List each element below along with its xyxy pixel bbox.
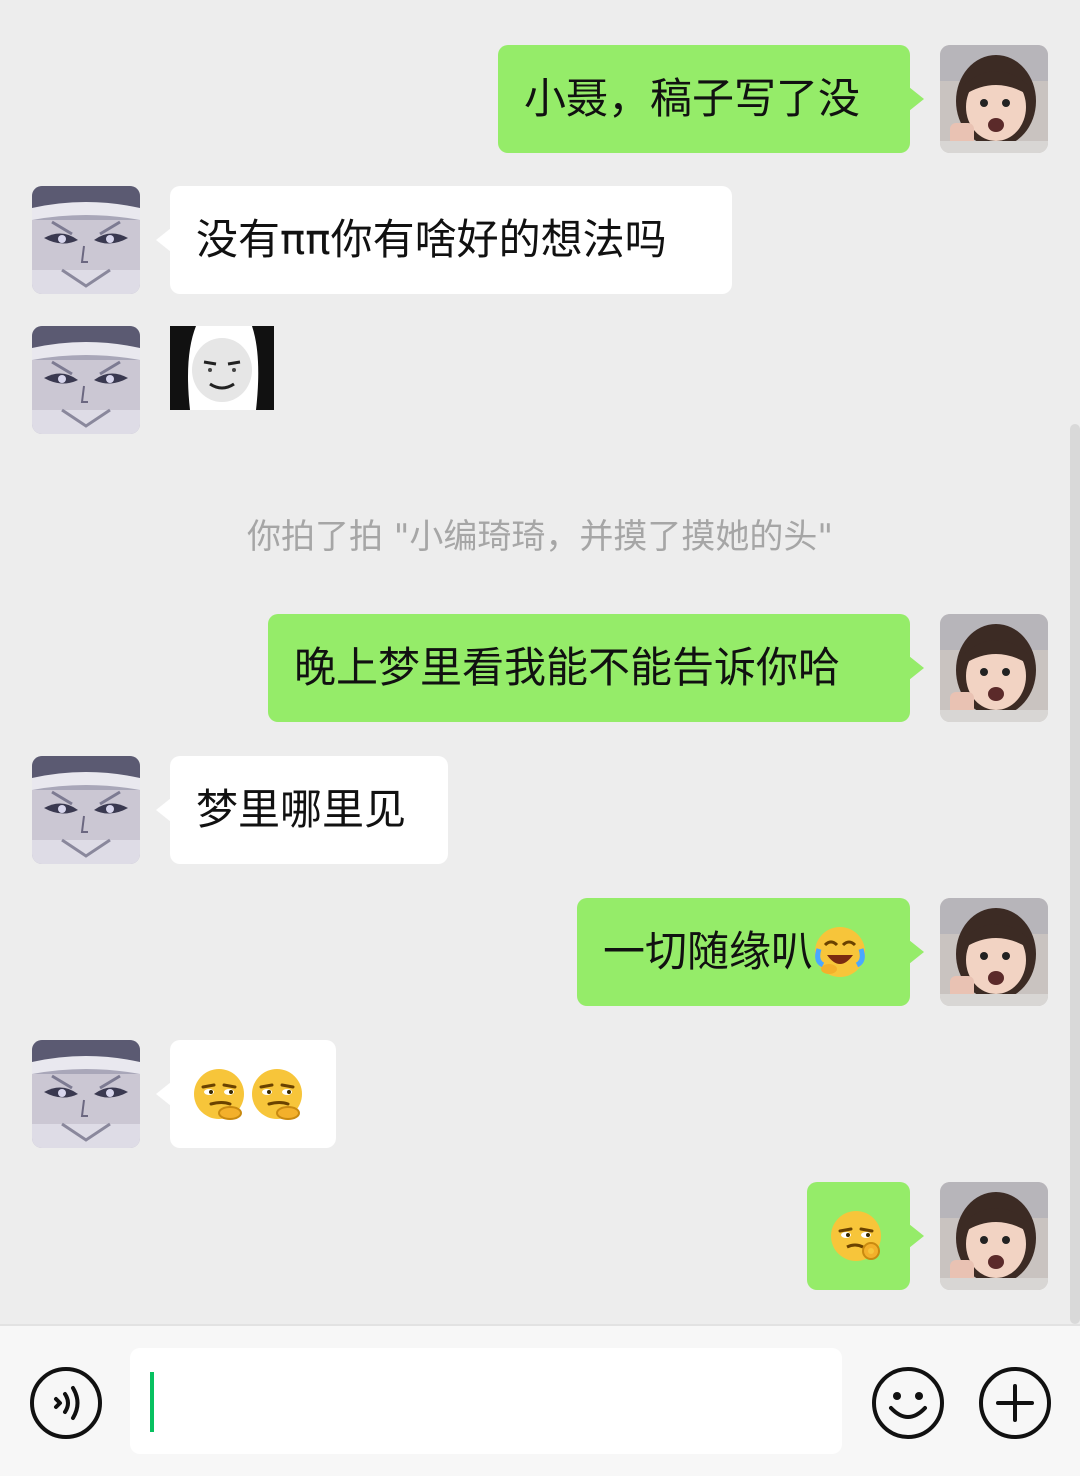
anime-avatar-image	[32, 326, 140, 434]
incoming-message-bubble[interactable]: 梦里哪里见	[156, 756, 448, 864]
my-avatar[interactable]	[940, 45, 1048, 153]
contact-avatar[interactable]	[32, 186, 140, 294]
chat-area[interactable]: 小聂，稿子写了没 没有ππ你有啥好的想法吗 你拍了拍 "小编琦琦，并摸了摸她的头…	[0, 0, 1080, 1324]
message-text: 晚上梦里看我能不能告诉你哈	[294, 643, 841, 692]
girl-avatar-image	[940, 614, 1048, 722]
emoji-icon[interactable]	[871, 1366, 945, 1440]
outgoing-message-bubble[interactable]: 晚上梦里看我能不能告诉你哈	[268, 614, 924, 722]
pat-system-message: 你拍了拍 "小编琦琦，并摸了摸她的头"	[246, 517, 834, 557]
outgoing-message-bubble[interactable]: 一切随缘叭	[577, 898, 924, 1006]
girl-avatar-image	[940, 898, 1048, 1006]
anime-avatar-image	[32, 186, 140, 294]
contact-avatar[interactable]	[32, 1040, 140, 1148]
panda-face-sticker[interactable]	[170, 326, 274, 410]
smirk-chin-emoji	[250, 1067, 304, 1121]
laugh-cry-emoji	[815, 926, 866, 977]
contact-avatar[interactable]	[32, 756, 140, 864]
smirk-ok-emoji	[831, 1210, 881, 1261]
anime-avatar-image	[32, 1040, 140, 1148]
anime-avatar-image	[32, 756, 140, 864]
plus-icon[interactable]	[978, 1366, 1052, 1440]
smirk-chin-emoji	[192, 1067, 246, 1121]
girl-avatar-image	[940, 1182, 1048, 1290]
incoming-message-bubble[interactable]	[156, 1040, 336, 1148]
my-avatar[interactable]	[940, 614, 1048, 722]
contact-avatar[interactable]	[32, 326, 140, 434]
outgoing-message-bubble[interactable]	[807, 1182, 924, 1290]
message-text: 梦里哪里见	[196, 785, 407, 834]
incoming-message-bubble[interactable]: 没有ππ你有啥好的想法吗	[156, 186, 732, 294]
message-text: 一切随缘叭	[603, 927, 814, 976]
voice-icon[interactable]	[29, 1366, 103, 1440]
message-text: 没有ππ你有啥好的想法吗	[196, 215, 667, 264]
my-avatar[interactable]	[940, 898, 1048, 1006]
message-text: 小聂，稿子写了没	[524, 74, 861, 123]
my-avatar[interactable]	[940, 1182, 1048, 1290]
outgoing-message-bubble[interactable]: 小聂，稿子写了没	[498, 45, 924, 153]
input-toolbar	[0, 1324, 1080, 1476]
girl-avatar-image	[940, 45, 1048, 153]
message-input[interactable]	[130, 1348, 842, 1454]
text-caret	[150, 1372, 154, 1432]
chat-scrollbar[interactable]	[1070, 424, 1080, 1324]
